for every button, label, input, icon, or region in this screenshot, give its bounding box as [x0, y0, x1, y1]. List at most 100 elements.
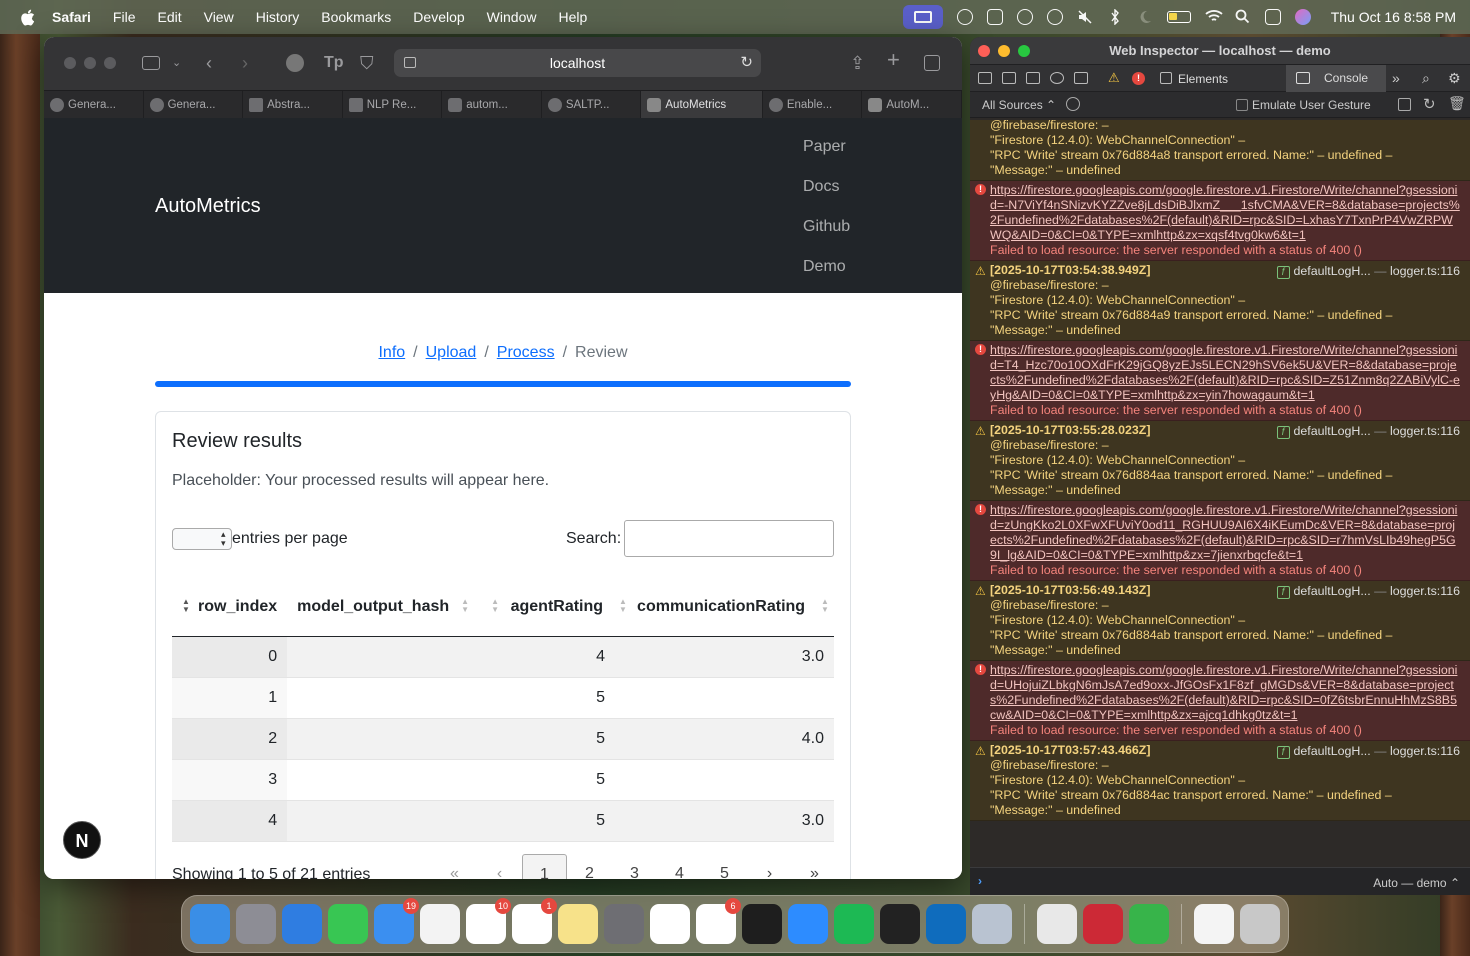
- share-icon[interactable]: ⇪: [850, 54, 865, 72]
- menu-file[interactable]: File: [113, 9, 136, 25]
- chatgpt-status-icon[interactable]: [956, 9, 973, 25]
- nav-github[interactable]: Github: [803, 218, 850, 258]
- page-settings-icon[interactable]: [404, 57, 416, 68]
- nav-docs[interactable]: Docs: [803, 178, 850, 218]
- settings-icon[interactable]: [604, 904, 644, 944]
- back-arrow-icon[interactable]: ‹: [206, 54, 212, 72]
- element-picker-icon[interactable]: [1050, 72, 1064, 84]
- emulate-user-gesture-checkbox[interactable]: Emulate User Gesture: [1236, 98, 1371, 112]
- cursor-icon[interactable]: [880, 904, 920, 944]
- page-4[interactable]: 4: [657, 854, 702, 879]
- mute-icon[interactable]: [1077, 9, 1093, 25]
- page-2[interactable]: 2: [567, 854, 612, 879]
- console-warning-entry[interactable]: ⚠ f defaultLogH... — logger.ts:116 [2025-…: [970, 741, 1470, 821]
- safari-icon[interactable]: [282, 904, 322, 944]
- page-prev[interactable]: ‹: [477, 854, 522, 879]
- search-icon[interactable]: ⌕: [1422, 70, 1430, 87]
- console-warning-entry[interactable]: ⚠ f defaultLogH... — logger.ts:116 [2025-…: [970, 261, 1470, 341]
- preview-icon[interactable]: [972, 904, 1012, 944]
- battery-icon[interactable]: [1166, 11, 1191, 23]
- error-url-link[interactable]: https://firestore.googleapis.com/google.…: [990, 663, 1460, 723]
- all-sources-dropdown[interactable]: All Sources ⌃: [982, 98, 1056, 112]
- page-1[interactable]: 1: [522, 854, 567, 879]
- console-error-entry[interactable]: ! https://firestore.googleapis.com/googl…: [970, 501, 1470, 581]
- play-status-icon[interactable]: [1046, 9, 1063, 25]
- messages-icon[interactable]: [328, 904, 368, 944]
- entries-per-page-select[interactable]: [172, 528, 232, 550]
- nextjs-dev-badge[interactable]: N: [63, 821, 101, 859]
- console-error-entry[interactable]: ! https://firestore.googleapis.com/googl…: [970, 341, 1470, 421]
- page-first[interactable]: «: [432, 854, 477, 879]
- tab-autom-2[interactable]: AutoM...: [862, 91, 962, 119]
- terminal-icon[interactable]: [742, 904, 782, 944]
- close-window-button[interactable]: [978, 45, 990, 57]
- menu-history[interactable]: History: [256, 9, 300, 25]
- console-warning-entry[interactable]: ⚠ f defaultLogH... — logger.ts:116 [2025-…: [970, 581, 1470, 661]
- error-url-link[interactable]: https://firestore.googleapis.com/google.…: [990, 183, 1460, 243]
- log-source[interactable]: f defaultLogH... — logger.ts:116: [1276, 264, 1460, 279]
- slack-icon[interactable]: 6: [696, 898, 741, 944]
- menu-window[interactable]: Window: [487, 9, 537, 25]
- notes-icon[interactable]: [558, 904, 598, 944]
- dock-left-icon[interactable]: [978, 72, 992, 84]
- console-error-entry[interactable]: ! https://firestore.googleapis.com/googl…: [970, 661, 1470, 741]
- spotlight-search-icon[interactable]: [1235, 9, 1251, 25]
- photos-icon[interactable]: [420, 904, 460, 944]
- page-next[interactable]: ›: [747, 854, 792, 879]
- reload-icon[interactable]: ↻: [740, 53, 753, 71]
- menu-view[interactable]: View: [204, 9, 234, 25]
- nav-demo[interactable]: Demo: [803, 258, 850, 298]
- launchpad-icon[interactable]: [236, 904, 276, 944]
- console-prompt[interactable]: › Auto — demo ⌃: [970, 867, 1470, 895]
- device-icon[interactable]: [1074, 72, 1088, 84]
- tab-elements[interactable]: Elements: [1178, 72, 1228, 86]
- tab-nlp[interactable]: NLP Re...: [343, 91, 443, 119]
- apple-icon[interactable]: [20, 8, 36, 26]
- menu-app-name[interactable]: Safari: [52, 9, 91, 25]
- error-icon[interactable]: !: [1132, 72, 1145, 85]
- log-source[interactable]: f defaultLogH... — logger.ts:116: [1276, 584, 1460, 599]
- page-last[interactable]: »: [792, 854, 837, 879]
- execution-context-select[interactable]: Auto — demo ⌃: [1373, 876, 1460, 890]
- calendar-icon[interactable]: 10: [466, 898, 511, 944]
- gear-icon[interactable]: ⚙: [1448, 70, 1461, 87]
- col-header-agent-rating[interactable]: ▲ ▼ agentRating: [475, 578, 616, 637]
- minimize-window-button[interactable]: [84, 57, 96, 69]
- zoom-window-button[interactable]: [1018, 45, 1030, 57]
- nav-paper[interactable]: Paper: [803, 138, 850, 178]
- search-input[interactable]: [624, 520, 834, 557]
- col-header-model-output-hash[interactable]: model_output_hash ▲ ▼: [287, 578, 476, 637]
- screen-share-icon[interactable]: [902, 5, 943, 29]
- numbers-icon[interactable]: [1129, 904, 1169, 944]
- tab-saltp[interactable]: SALTP...: [542, 91, 642, 119]
- col-header-communication-rating[interactable]: ▲ ▼ communicationRating ▲ ▼: [615, 578, 834, 637]
- mail-icon[interactable]: 19: [374, 898, 419, 944]
- log-source[interactable]: f defaultLogH... — logger.ts:116: [1276, 744, 1460, 759]
- control-center-icon[interactable]: [1264, 9, 1281, 25]
- warning-icon[interactable]: ⚠: [1108, 70, 1120, 86]
- chrome-icon[interactable]: [1037, 904, 1077, 944]
- box-status-icon[interactable]: [986, 9, 1003, 25]
- menubar-clock[interactable]: Thu Oct 16 8:58 PM: [1331, 9, 1456, 25]
- document-icon[interactable]: [1194, 904, 1234, 944]
- error-url-link[interactable]: https://firestore.googleapis.com/google.…: [990, 343, 1460, 403]
- siri-icon[interactable]: [1294, 9, 1311, 25]
- tab-autometrics[interactable]: AutoMetrics: [641, 91, 763, 119]
- extension-icon[interactable]: [286, 54, 304, 72]
- menu-help[interactable]: Help: [558, 9, 587, 25]
- dock-bottom-icon[interactable]: [1002, 72, 1016, 84]
- finder-icon[interactable]: [190, 904, 230, 944]
- trash-icon[interactable]: [1240, 904, 1280, 944]
- tab-enable[interactable]: Enable...: [763, 91, 863, 119]
- console-warning-entry[interactable]: @firebase/firestore: – "Firestore (12.4.…: [970, 120, 1470, 181]
- tab-autom[interactable]: autom...: [442, 91, 542, 119]
- minimize-window-button[interactable]: [998, 45, 1010, 57]
- menu-edit[interactable]: Edit: [157, 9, 181, 25]
- dock-right-icon[interactable]: [1026, 72, 1040, 84]
- breadcrumb-process[interactable]: Process: [497, 344, 555, 361]
- text-plugin-icon[interactable]: Tp: [324, 54, 344, 72]
- zoom-icon[interactable]: [788, 904, 828, 944]
- reminders-icon[interactable]: 1: [512, 898, 557, 944]
- col-header-row-index[interactable]: ▲ ▼ row_index: [172, 578, 288, 637]
- zoom-window-button[interactable]: [104, 57, 116, 69]
